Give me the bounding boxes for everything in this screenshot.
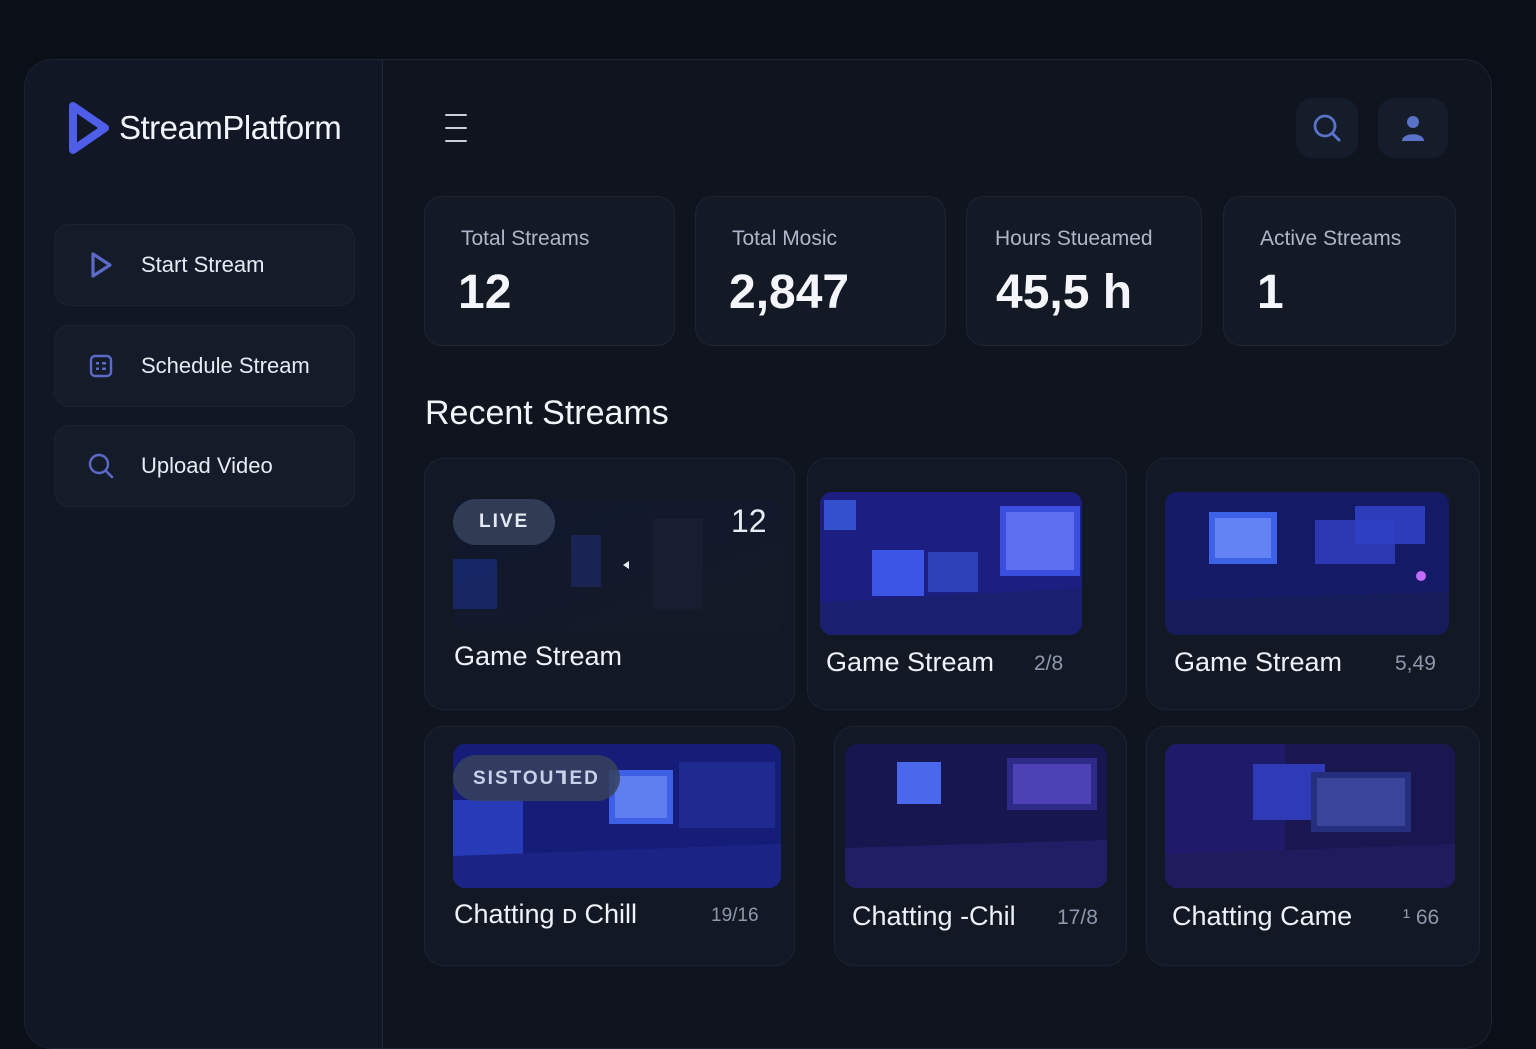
search-icon	[87, 452, 115, 480]
stream-card[interactable]: Chatting -Chil 17/8	[834, 726, 1127, 966]
sidebar-item-label: Schedule Stream	[141, 353, 310, 378]
hamburger-menu-icon[interactable]	[441, 112, 471, 144]
brand-logo[interactable]: StreamPlatform	[67, 100, 342, 156]
stat-label: Active Streams	[1260, 227, 1402, 250]
viewer-count: 19/16	[711, 905, 759, 926]
user-icon	[1402, 116, 1424, 141]
stream-title: Game Stream	[454, 641, 623, 671]
sidebar: StreamPlatform Start Stream Schedule Str…	[25, 60, 383, 1048]
play-icon	[87, 251, 115, 279]
app-window: StreamPlatform Start Stream Schedule Str…	[24, 59, 1492, 1049]
calendar-icon	[87, 352, 115, 380]
sidebar-item-label: Upload Video	[141, 453, 273, 478]
stat-value: 12	[458, 266, 512, 319]
viewer-count: 17/8	[1057, 906, 1098, 929]
play-logo-icon	[69, 102, 109, 154]
sidebar-item-schedule-stream[interactable]: Schedule Stream	[54, 325, 355, 407]
user-profile-button[interactable]	[1378, 98, 1448, 158]
stream-thumbnail	[1165, 492, 1449, 635]
search-button[interactable]	[1296, 98, 1358, 158]
stat-value: 2,847	[729, 266, 850, 319]
stat-value: 45,5 h	[996, 266, 1133, 319]
stream-card[interactable]: SISTOUꞀED Chatting ᴅ Chill 19/16	[424, 726, 795, 966]
stream-title: Chatting ᴅ Chill	[454, 899, 637, 929]
stat-card-hours-streamed: Hours Stueamed 45,5 h	[966, 196, 1202, 346]
stream-thumbnail	[845, 744, 1107, 888]
live-badge: LIVE	[453, 499, 556, 545]
stat-label: Hours Stueamed	[995, 227, 1153, 250]
sidebar-item-start-stream[interactable]: Start Stream	[54, 224, 355, 306]
brand-name: StreamPlatform	[119, 109, 342, 146]
stream-thumbnail	[820, 492, 1082, 635]
stat-card-total-streams: Total Streams 12	[424, 196, 675, 346]
viewer-count: 12	[731, 503, 767, 539]
viewer-count: ¹ 66	[1403, 906, 1440, 929]
sidebar-item-upload-video[interactable]: Upload Video	[54, 425, 355, 507]
stream-card[interactable]: Chatting Came ¹ 66	[1146, 726, 1480, 966]
stream-title: Chatting -Chil	[852, 901, 1016, 931]
main-content: Total Streams 12 Total Mosic 2,847 Hours…	[383, 60, 1491, 1048]
viewer-count: 2/8	[1034, 652, 1064, 675]
viewer-count: 5,49	[1395, 652, 1436, 675]
stream-card[interactable]: Game Stream 2/8	[807, 458, 1127, 710]
stat-card-active-streams: Active Streams 1	[1223, 196, 1456, 346]
stream-card[interactable]: LIVE 12 Game Stream	[424, 458, 795, 710]
stat-label: Total Streams	[461, 227, 590, 250]
search-icon	[1313, 114, 1341, 142]
stream-thumbnail	[1165, 744, 1455, 888]
stat-label: Total Mosic	[732, 227, 838, 250]
stat-value: 1	[1257, 266, 1284, 319]
stream-title: Chatting Came	[1172, 901, 1353, 931]
stream-card[interactable]: Game Stream 5,49	[1146, 458, 1480, 710]
stream-title: Game Stream	[1174, 647, 1343, 677]
status-badge: SISTOUꞀED	[453, 755, 620, 801]
section-title-recent-streams: Recent Streams	[425, 394, 669, 432]
stat-card-total-music: Total Mosic 2,847	[695, 196, 946, 346]
sidebar-item-label: Start Stream	[141, 252, 265, 277]
stream-title: Game Stream	[826, 647, 995, 677]
